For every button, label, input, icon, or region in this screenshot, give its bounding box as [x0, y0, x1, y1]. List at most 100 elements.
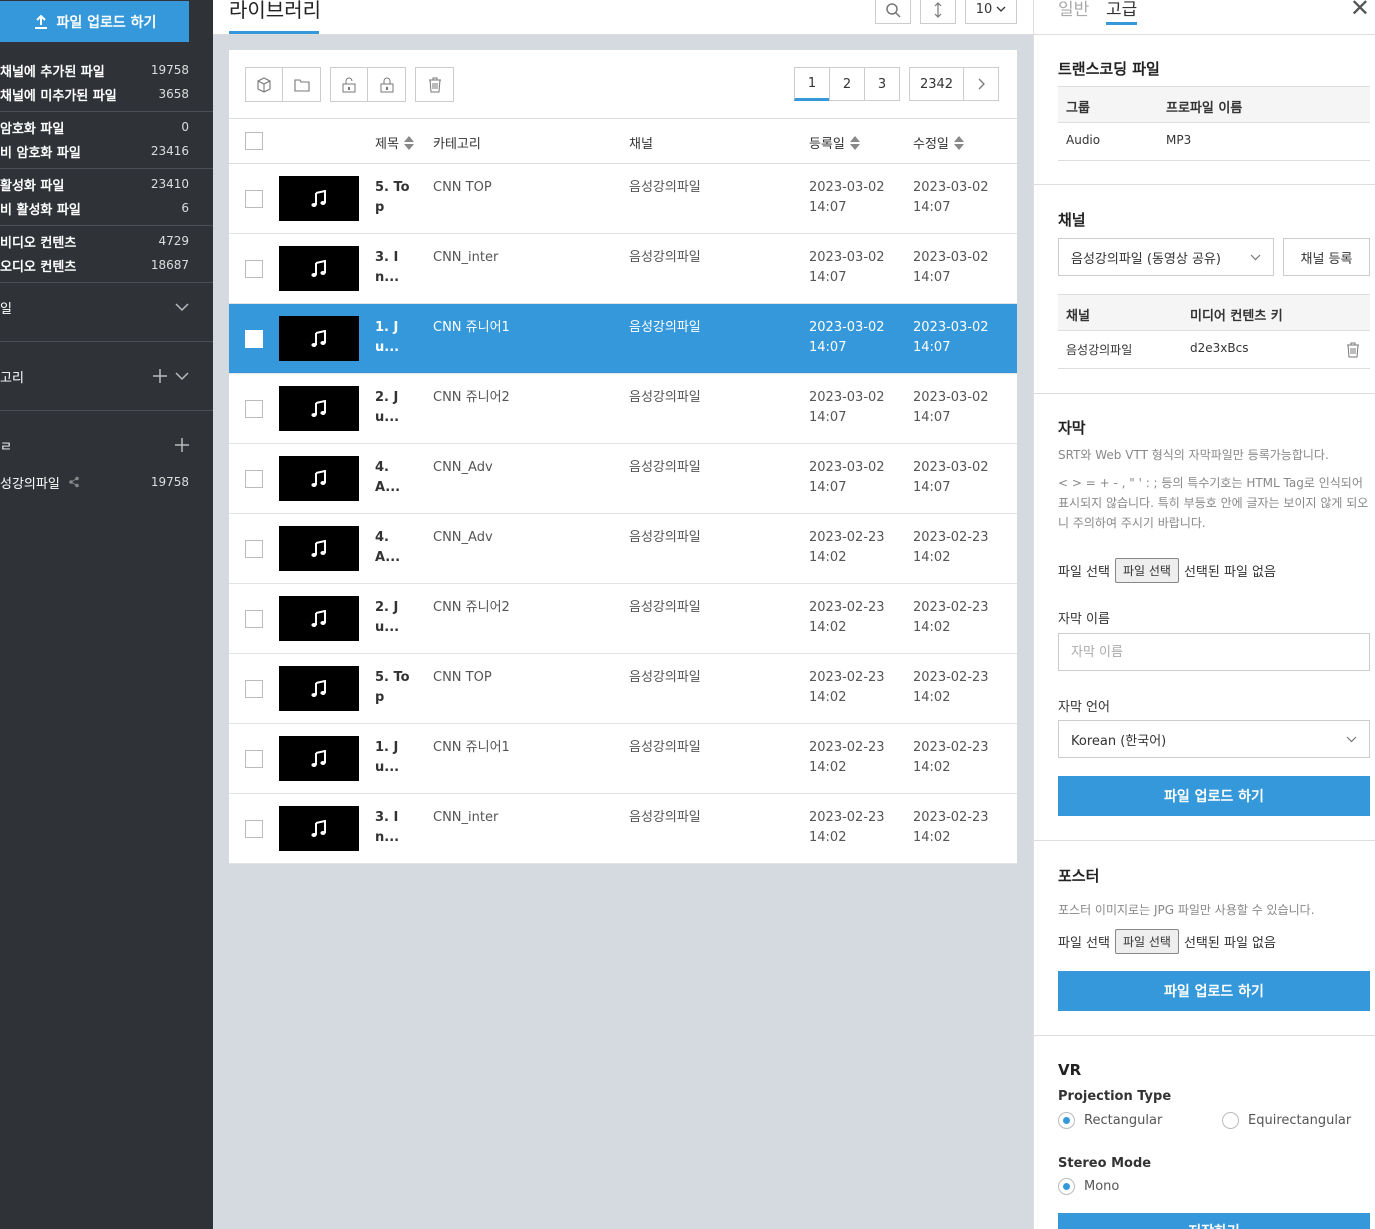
lock-button[interactable]	[368, 68, 405, 101]
upload-file-button[interactable]: 파일 업로드 하기	[0, 1, 189, 42]
sidebar-item-video[interactable]: 비디오 컨텐츠 4729	[0, 229, 189, 253]
row-title[interactable]: 3. In...	[375, 248, 411, 288]
select-all-checkbox[interactable]	[245, 132, 263, 150]
column-title[interactable]: 제목	[375, 133, 414, 152]
radio-rectangular[interactable]: Rectangular	[1058, 1112, 1162, 1129]
page-size-select[interactable]: 10	[965, 0, 1017, 24]
sidebar-channel-item[interactable]: 성강의파일 19758	[0, 470, 189, 494]
table-row[interactable]: 5. Top CNN TOP 음성강의파일 2023-02-23 14:02 2023-0…	[229, 654, 1017, 724]
sidebar-item-audio[interactable]: 오디오 컨텐츠 18687	[0, 253, 189, 277]
row-title[interactable]: 2. Ju...	[375, 388, 411, 428]
save-button[interactable]: 저장하기	[1058, 1213, 1370, 1229]
row-checkbox[interactable]	[245, 820, 263, 838]
channel-register-button[interactable]: 채널 등록	[1283, 238, 1370, 276]
plus-icon[interactable]	[175, 438, 189, 452]
row-checkbox[interactable]	[245, 680, 263, 698]
row-checkbox[interactable]	[245, 260, 263, 278]
page-3-button[interactable]: 3	[864, 67, 900, 101]
folder-icon	[293, 78, 310, 92]
thumbnail[interactable]	[279, 806, 359, 851]
tab-general[interactable]: 일반	[1058, 0, 1089, 20]
sidebar-item-inactive[interactable]: 비 활성화 파일 6	[0, 196, 189, 220]
column-modified[interactable]: 수정일	[913, 133, 964, 152]
sidebar-item-encrypted[interactable]: 암호화 파일 0	[0, 115, 189, 139]
row-checkbox[interactable]	[245, 190, 263, 208]
close-icon[interactable]: ✕	[1350, 0, 1370, 22]
row-title[interactable]: 5. Top	[375, 178, 411, 218]
sort-toggle-button[interactable]	[920, 0, 956, 24]
sidebar-section-channel[interactable]: ㄹ	[0, 433, 189, 457]
choose-file-button[interactable]: 파일 선택	[1114, 558, 1179, 583]
row-title[interactable]: 1. Ju...	[375, 738, 411, 778]
row-registered-date: 2023-03-02	[809, 460, 885, 475]
channel-select[interactable]: 음성강의파일 (동영상 공유)	[1058, 238, 1274, 276]
title-underline	[229, 31, 319, 34]
thumbnail[interactable]	[279, 666, 359, 711]
sidebar-section-category[interactable]: 고리	[0, 364, 189, 388]
table-row[interactable]: 3. In... CNN_inter 음성강의파일 2023-03-02 14:07 20…	[229, 234, 1017, 304]
library-panel: 1 2 3 2342 제목 카테고리 채널 등록일 수정일 5. Top CNN …	[229, 50, 1017, 864]
table-row[interactable]: 3. In... CNN_inter 음성강의파일 2023-02-23 14:02 20…	[229, 794, 1017, 864]
row-checkbox[interactable]	[245, 610, 263, 628]
row-title[interactable]: 3. In...	[375, 808, 411, 848]
subtitle-lang-select[interactable]: Korean (한국어)	[1058, 720, 1370, 758]
thumbnail[interactable]	[279, 596, 359, 641]
category-button[interactable]	[246, 68, 283, 101]
thumbnail[interactable]	[279, 386, 359, 431]
table-row[interactable]: 2. Ju... CNN 쥬니어2 음성강의파일 2023-03-02 14:07 202…	[229, 374, 1017, 444]
sidebar-section-file[interactable]: 일	[0, 295, 189, 319]
table-row[interactable]: 1. Ju... CNN 쥬니어1 음성강의파일 2023-02-23 14:02 202…	[229, 724, 1017, 794]
chevron-down-icon[interactable]	[175, 302, 189, 312]
table-row[interactable]: 4. A... CNN_Adv 음성강의파일 2023-03-02 14:07 2023-…	[229, 444, 1017, 514]
last-page-button[interactable]: 2342	[909, 67, 964, 101]
next-page-button[interactable]	[963, 67, 999, 101]
table-row[interactable]: 4. A... CNN_Adv 음성강의파일 2023-02-23 14:02 2023-…	[229, 514, 1017, 584]
poster-upload-button[interactable]: 파일 업로드 하기	[1058, 971, 1370, 1011]
subtitle-upload-button[interactable]: 파일 업로드 하기	[1058, 776, 1370, 816]
row-checkbox[interactable]	[245, 470, 263, 488]
row-title[interactable]: 2. Ju...	[375, 598, 411, 638]
thumbnail[interactable]	[279, 246, 359, 291]
thumbnail[interactable]	[279, 736, 359, 781]
unlock-button[interactable]	[331, 68, 368, 101]
thumbnail[interactable]	[279, 316, 359, 361]
trash-icon[interactable]	[1346, 342, 1360, 358]
row-title[interactable]: 5. Top	[375, 668, 411, 708]
sidebar-item-channel-not-added[interactable]: 채널에 미추가된 파일 3658	[0, 82, 189, 106]
thumbnail[interactable]	[279, 456, 359, 501]
sidebar-item-channel-added[interactable]: 채널에 추가된 파일 19758	[0, 58, 189, 82]
row-modified-time: 14:02	[913, 830, 951, 845]
sidebar-item-active[interactable]: 활성화 파일 23410	[0, 172, 189, 196]
row-checkbox[interactable]	[245, 750, 263, 768]
page-2-button[interactable]: 2	[829, 67, 865, 101]
music-note-icon	[311, 469, 326, 487]
page-1-button[interactable]: 1	[794, 67, 830, 101]
plus-icon[interactable]	[153, 369, 167, 383]
subtitle-name-input[interactable]	[1058, 633, 1370, 671]
delete-button[interactable]	[416, 68, 453, 101]
table-row[interactable]: 1. Ju... CNN 쥬니어1 음성강의파일 2023-03-02 14:07 202…	[229, 304, 1017, 374]
tab-advanced[interactable]: 고급	[1106, 0, 1138, 25]
row-title[interactable]: 4. A...	[375, 458, 411, 498]
file-table: 제목 카테고리 채널 등록일 수정일 5. Top CNN TOP 음성강의파일 20…	[229, 118, 1017, 864]
folder-button[interactable]	[283, 68, 320, 101]
table-row[interactable]: 5. Top CNN TOP 음성강의파일 2023-03-02 14:07 2023-0…	[229, 164, 1017, 234]
chevron-right-icon	[978, 78, 985, 90]
row-title[interactable]: 1. Ju...	[375, 318, 411, 358]
column-registered[interactable]: 등록일	[809, 133, 860, 152]
chevron-down-icon	[996, 6, 1006, 12]
choose-file-button[interactable]: 파일 선택	[1114, 929, 1179, 954]
thumbnail[interactable]	[279, 526, 359, 571]
row-checkbox[interactable]	[245, 400, 263, 418]
radio-mono[interactable]: Mono	[1058, 1178, 1119, 1195]
row-checkbox[interactable]	[245, 540, 263, 558]
row-title[interactable]: 4. A...	[375, 528, 411, 568]
table-row[interactable]: 2. Ju... CNN 쥬니어2 음성강의파일 2023-02-23 14:02 202…	[229, 584, 1017, 654]
sidebar-item-not-encrypted[interactable]: 비 암호화 파일 23416	[0, 139, 189, 163]
chevron-down-icon[interactable]	[175, 371, 189, 381]
radio-equirectangular[interactable]: Equirectangular	[1222, 1112, 1351, 1129]
thumbnail[interactable]	[279, 176, 359, 221]
search-button[interactable]	[875, 0, 911, 24]
table-row: 음성강의파일 d2e3xBcs	[1058, 331, 1370, 369]
row-checkbox[interactable]	[245, 330, 263, 348]
